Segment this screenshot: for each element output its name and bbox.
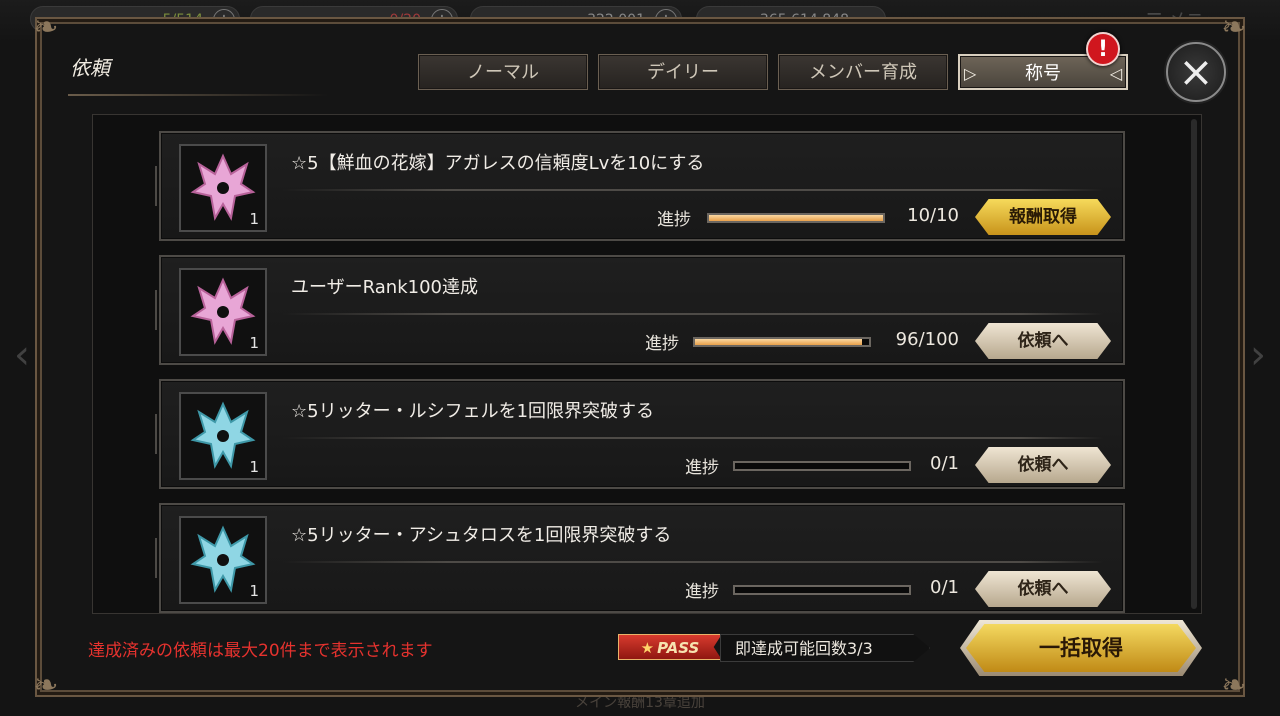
quest-title: ☆5リッター・アシュタロスを1回限界突破する	[291, 525, 672, 546]
corner-ornament-icon: ❧	[1221, 10, 1247, 45]
modal-title: 依頼	[70, 56, 110, 80]
progress-bar	[693, 337, 871, 347]
corner-ornament-icon: ❧	[33, 668, 59, 703]
crest-icon	[190, 277, 256, 345]
progress-fill	[695, 339, 863, 345]
corner-ornament-icon: ❧	[33, 10, 59, 45]
quest-title: ユーザーRank100達成	[291, 277, 478, 298]
left-chevron-icon: ‹	[14, 332, 30, 378]
progress-count: 10/10	[907, 205, 959, 226]
right-chevron-icon: ›	[1250, 332, 1266, 378]
reward-quantity: 1	[249, 582, 259, 600]
background-bottom-text: メイン報酬13章追加	[575, 695, 705, 711]
go-to-quest-button[interactable]: 依頼へ	[975, 323, 1111, 359]
pass-badge: ★ PASS	[618, 634, 722, 660]
progress-fill	[709, 215, 883, 221]
alert-icon: !	[1086, 32, 1120, 66]
reward-item[interactable]: 1	[179, 144, 267, 232]
footer-note: 達成済みの依頼は最大20件まで表示されます	[88, 641, 433, 661]
quest-modal: ❧ ❧ ❧ ❧ 依頼 ノーマル デイリー メンバー育成 称号 ! × 1 ☆5【…	[33, 10, 1246, 703]
quest-card: 1 ☆5リッター・アシュタロスを1回限界突破する 進捗 0/1 依頼へ	[155, 503, 1125, 613]
go-to-quest-button[interactable]: 依頼へ	[975, 571, 1111, 607]
progress-label: 進捗	[657, 210, 691, 230]
quest-title: ☆5【鮮血の花嫁】アガレスの信頼度Lvを10にする	[291, 153, 705, 174]
card-divider	[283, 189, 1103, 191]
reward-quantity: 1	[249, 210, 259, 228]
card-divider	[283, 313, 1103, 315]
close-icon: ×	[1178, 47, 1214, 96]
progress-count: 0/1	[930, 577, 959, 598]
progress-label: 進捗	[685, 458, 719, 478]
crest-icon	[190, 153, 256, 221]
go-to-quest-button[interactable]: 依頼へ	[975, 447, 1111, 483]
corner-ornament-icon: ❧	[1221, 668, 1247, 703]
card-divider	[283, 561, 1103, 563]
progress-label: 進捗	[645, 334, 679, 354]
quest-card: 1 ☆5リッター・ルシフェルを1回限界突破する 進捗 0/1 依頼へ	[155, 379, 1125, 489]
reward-item[interactable]: 1	[179, 516, 267, 604]
quest-title: ☆5リッター・ルシフェルを1回限界突破する	[291, 401, 655, 422]
progress-count: 0/1	[930, 453, 959, 474]
bulk-claim-button[interactable]: 一括取得	[966, 624, 1196, 672]
reward-item[interactable]: 1	[179, 268, 267, 356]
quest-card: 1 ☆5【鮮血の花嫁】アガレスの信頼度Lvを10にする 進捗 10/10 報酬取…	[155, 131, 1125, 241]
reward-quantity: 1	[249, 458, 259, 476]
crest-icon	[190, 525, 256, 593]
reward-quantity: 1	[249, 334, 259, 352]
progress-bar	[707, 213, 885, 223]
claim-reward-button[interactable]: 報酬取得	[975, 199, 1111, 235]
reward-item[interactable]: 1	[179, 392, 267, 480]
star-icon: ★	[640, 639, 655, 657]
tab-daily[interactable]: デイリー	[598, 54, 768, 90]
close-button[interactable]: ×	[1166, 42, 1226, 102]
card-divider	[283, 437, 1103, 439]
progress-label: 進捗	[685, 582, 719, 602]
progress-count: 96/100	[895, 329, 959, 350]
quest-list[interactable]: 1 ☆5【鮮血の花嫁】アガレスの信頼度Lvを10にする 進捗 10/10 報酬取…	[92, 114, 1202, 614]
quest-card: 1 ユーザーRank100達成 進捗 96/100 依頼へ	[155, 255, 1125, 365]
pass-info: 即達成可能回数3/3	[720, 634, 930, 662]
scrollbar[interactable]	[1191, 119, 1197, 609]
tab-normal[interactable]: ノーマル	[418, 54, 588, 90]
title-divider	[68, 94, 328, 96]
tab-member-training[interactable]: メンバー育成	[778, 54, 948, 90]
pass-label: PASS	[657, 639, 700, 657]
crest-icon	[190, 401, 256, 469]
